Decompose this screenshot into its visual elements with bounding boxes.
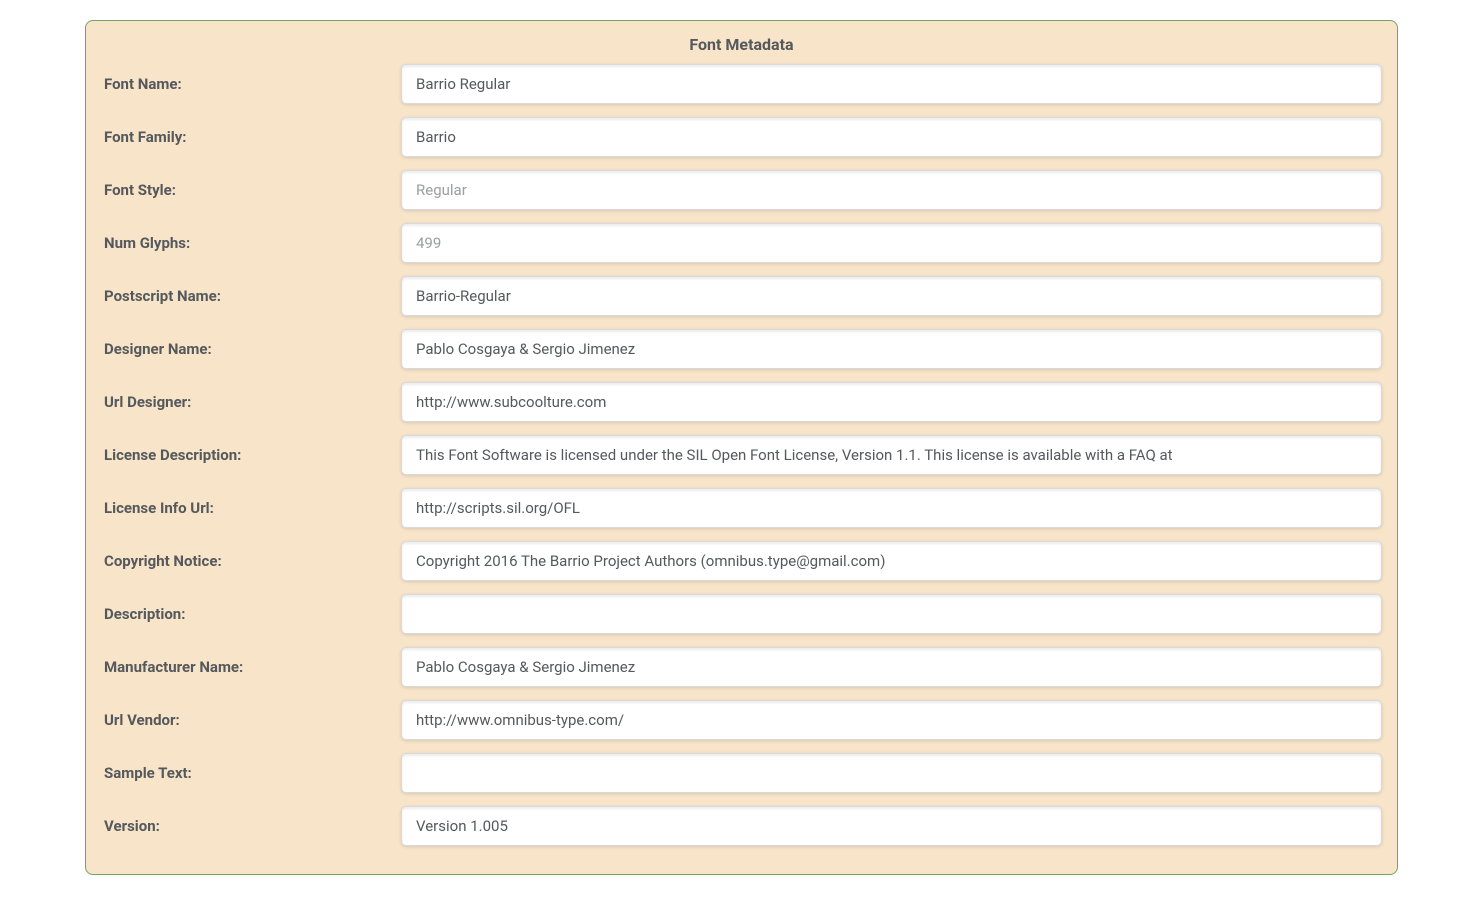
- form-row-copyright-notice: Copyright Notice:: [101, 541, 1382, 581]
- form-row-num-glyphs: Num Glyphs:: [101, 223, 1382, 263]
- form-row-license-info-url: License Info Url:: [101, 488, 1382, 528]
- input-designer-name[interactable]: [401, 329, 1382, 369]
- form-row-font-family: Font Family:: [101, 117, 1382, 157]
- input-license-info-url[interactable]: [401, 488, 1382, 528]
- label-license-info-url: License Info Url:: [101, 499, 401, 517]
- input-postscript-name[interactable]: [401, 276, 1382, 316]
- label-manufacturer-name: Manufacturer Name:: [101, 658, 401, 676]
- input-font-name[interactable]: [401, 64, 1382, 104]
- input-font-family[interactable]: [401, 117, 1382, 157]
- input-url-designer[interactable]: [401, 382, 1382, 422]
- form-row-font-style: Font Style:: [101, 170, 1382, 210]
- font-metadata-panel: Font Metadata Font Name: Font Family: Font…: [85, 20, 1398, 875]
- form-row-license-description: License Description:: [101, 435, 1382, 475]
- input-font-style: [401, 170, 1382, 210]
- input-manufacturer-name[interactable]: [401, 647, 1382, 687]
- label-num-glyphs: Num Glyphs:: [101, 234, 401, 252]
- label-version: Version:: [101, 817, 401, 835]
- label-license-description: License Description:: [101, 446, 401, 464]
- label-copyright-notice: Copyright Notice:: [101, 552, 401, 570]
- label-url-vendor: Url Vendor:: [101, 711, 401, 729]
- form-row-sample-text: Sample Text:: [101, 753, 1382, 793]
- form-row-url-designer: Url Designer:: [101, 382, 1382, 422]
- form-row-postscript-name: Postscript Name:: [101, 276, 1382, 316]
- label-url-designer: Url Designer:: [101, 393, 401, 411]
- form-row-manufacturer-name: Manufacturer Name:: [101, 647, 1382, 687]
- form-row-url-vendor: Url Vendor:: [101, 700, 1382, 740]
- panel-title: Font Metadata: [101, 21, 1382, 64]
- input-license-description[interactable]: [401, 435, 1382, 475]
- form-row-designer-name: Designer Name:: [101, 329, 1382, 369]
- label-sample-text: Sample Text:: [101, 764, 401, 782]
- input-sample-text[interactable]: [401, 753, 1382, 793]
- label-postscript-name: Postscript Name:: [101, 287, 401, 305]
- label-designer-name: Designer Name:: [101, 340, 401, 358]
- form-row-version: Version:: [101, 806, 1382, 846]
- label-font-name: Font Name:: [101, 75, 401, 93]
- input-url-vendor[interactable]: [401, 700, 1382, 740]
- label-description: Description:: [101, 605, 401, 623]
- label-font-family: Font Family:: [101, 128, 401, 146]
- form-row-font-name: Font Name:: [101, 64, 1382, 104]
- form-row-description: Description:: [101, 594, 1382, 634]
- label-font-style: Font Style:: [101, 181, 401, 199]
- input-version[interactable]: [401, 806, 1382, 846]
- input-copyright-notice[interactable]: [401, 541, 1382, 581]
- input-description[interactable]: [401, 594, 1382, 634]
- input-num-glyphs: [401, 223, 1382, 263]
